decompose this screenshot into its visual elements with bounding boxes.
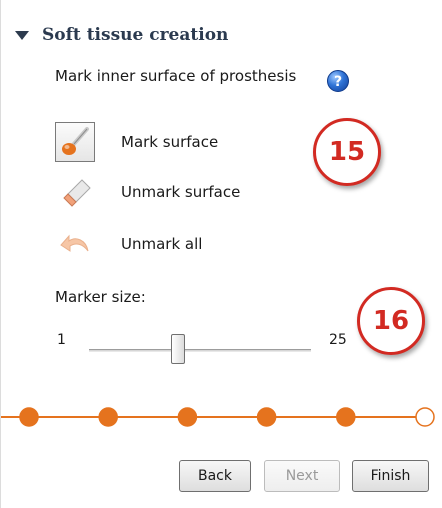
mark-surface-tool[interactable]: Mark surface [55, 122, 218, 162]
wizard-panel: Soft tissue creation Mark inner surface … [0, 0, 442, 508]
section-header[interactable]: Soft tissue creation [15, 22, 228, 48]
progress-step [256, 407, 277, 427]
callout-badge: 16 [357, 287, 425, 355]
collapse-triangle-icon[interactable] [15, 30, 29, 40]
marker-size-slider-thumb[interactable] [170, 334, 185, 364]
next-button[interactable]: Next [264, 460, 340, 492]
unmark-surface-tool[interactable]: Unmark surface [55, 172, 240, 212]
tool-label: Unmark surface [121, 183, 241, 201]
slider-max-label: 25 [329, 332, 347, 348]
progress-step-current [415, 407, 435, 427]
brush-icon[interactable] [55, 122, 95, 162]
instruction-text: Mark inner surface of prosthesis [55, 67, 297, 85]
undo-arrow-icon[interactable] [55, 224, 95, 264]
section-title: Soft tissue creation [42, 25, 229, 45]
progress-step [19, 407, 39, 427]
wizard-progress [1, 407, 435, 427]
eraser-icon[interactable] [55, 172, 95, 212]
unmark-all-tool[interactable]: Unmark all [55, 224, 202, 264]
slider-min-label: 1 [57, 332, 66, 348]
progress-step [177, 407, 198, 427]
callout-badge: 15 [313, 118, 381, 186]
marker-size-label: Marker size: [55, 288, 146, 306]
finish-button[interactable]: Finish [352, 460, 429, 492]
progress-step [98, 407, 118, 427]
back-button[interactable]: Back [179, 460, 251, 492]
tool-label: Unmark all [121, 235, 203, 253]
help-icon[interactable]: ? [327, 70, 349, 92]
marker-size-slider-track[interactable] [89, 349, 311, 352]
progress-step [336, 407, 356, 427]
tool-label: Mark surface [121, 133, 219, 151]
